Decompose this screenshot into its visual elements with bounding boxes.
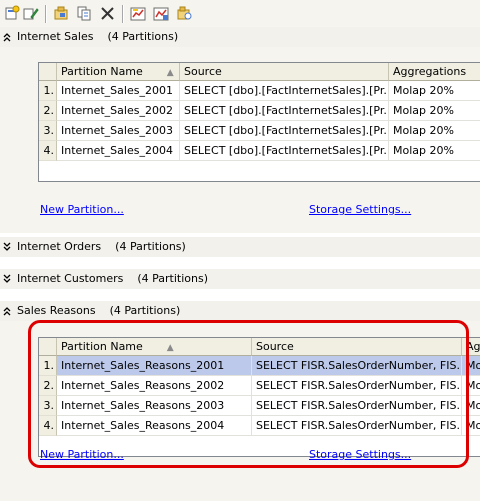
partition-name-cell[interactable]: Internet_Sales_2004	[57, 141, 180, 161]
source-cell[interactable]: SELECT [dbo].[FactInternetSales].[Pr...	[180, 101, 389, 121]
column-header-partition-name[interactable]: Partition Name ▲	[57, 63, 180, 81]
group-header-sales-reasons[interactable]: Sales Reasons (4 Partitions)	[0, 301, 480, 321]
highlight-box	[28, 320, 469, 468]
sort-ascending-icon: ▲	[166, 68, 174, 78]
toolbar-separator	[45, 5, 47, 23]
group-header-internet-orders[interactable]: Internet Orders (4 Partitions)	[0, 237, 480, 257]
partition-name-cell[interactable]: Internet_Sales_2003	[57, 121, 180, 141]
group-header-internet-sales[interactable]: Internet Sales (4 Partitions)	[0, 27, 480, 47]
row-number[interactable]: 2.	[39, 101, 57, 121]
row-number[interactable]: 4.	[39, 141, 57, 161]
row-number[interactable]: 1.	[39, 81, 57, 101]
group-body-internet-sales: Partition Name ▲ Source Aggregations 1. I…	[0, 47, 480, 233]
expand-chevron-icon[interactable]	[2, 242, 12, 252]
expand-chevron-icon[interactable]	[2, 274, 12, 284]
partition-name-cell[interactable]: Internet_Sales_2002	[57, 101, 180, 121]
aggregations-cell[interactable]: Molap 20%	[389, 101, 480, 121]
delete-icon[interactable]	[99, 5, 116, 22]
aggregations-cell[interactable]: Molap 20%	[389, 121, 480, 141]
column-header-aggregations[interactable]: Aggregations	[389, 63, 480, 81]
merge-partitions-icon[interactable]	[176, 5, 193, 22]
process-icon[interactable]	[53, 5, 70, 22]
partitions-grid: Partition Name ▲ Source Aggregations 1. I…	[38, 62, 480, 182]
partition-name-cell[interactable]: Internet_Sales_2001	[57, 81, 180, 101]
toolbar-separator	[122, 5, 124, 23]
group-title: Internet Customers (4 Partitions)	[17, 272, 208, 285]
source-cell[interactable]: SELECT [dbo].[FactInternetSales].[Pr...	[180, 81, 389, 101]
aggregations-cell[interactable]: Molap 20%	[389, 81, 480, 101]
row-number[interactable]: 3.	[39, 121, 57, 141]
storage-settings-link[interactable]: Storage Settings...	[309, 203, 411, 216]
group-title: Internet Sales (4 Partitions)	[17, 30, 179, 43]
collapse-chevron-icon[interactable]	[2, 32, 12, 42]
grid-corner	[39, 63, 57, 81]
new-partition-icon[interactable]	[3, 5, 20, 22]
edit-partition-icon[interactable]	[22, 5, 39, 22]
aggregations-cell[interactable]: Molap 20%	[389, 141, 480, 161]
copy-icon[interactable]	[76, 5, 93, 22]
usage-based-optimization-icon[interactable]	[153, 5, 170, 22]
source-cell[interactable]: SELECT [dbo].[FactInternetSales].[Pr...	[180, 121, 389, 141]
source-cell[interactable]: SELECT [dbo].[FactInternetSales].[Pr...	[180, 141, 389, 161]
new-partition-link[interactable]: New Partition...	[40, 203, 124, 216]
group-header-internet-customers[interactable]: Internet Customers (4 Partitions)	[0, 269, 480, 289]
group-title: Internet Orders (4 Partitions)	[17, 240, 186, 253]
column-header-source[interactable]: Source	[180, 63, 389, 81]
collapse-chevron-icon[interactable]	[2, 306, 12, 316]
design-aggregations-icon[interactable]	[130, 5, 147, 22]
partitions-toolbar	[0, 0, 480, 27]
group-title: Sales Reasons (4 Partitions)	[17, 304, 181, 317]
